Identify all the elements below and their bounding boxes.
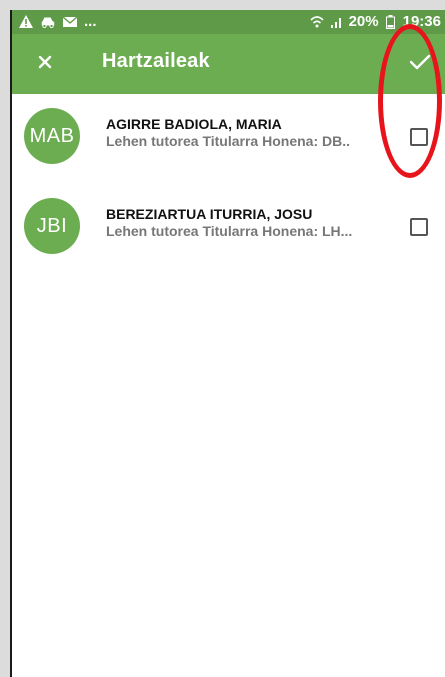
avatar: JBI (24, 198, 80, 254)
recipient-row[interactable]: JBI BEREZIARTUA ITURRIA, JOSU Lehen tuto… (12, 184, 445, 274)
check-icon (409, 53, 431, 76)
phone-screen: ... 20% 19:36 Hartzaileak MAB AGIRRE BAD… (10, 10, 445, 677)
mail-icon (62, 14, 78, 30)
signal-icon (329, 14, 345, 30)
status-left-group: ... (18, 13, 97, 30)
recipient-name: AGIRRE BADIOLA, MARIA (106, 116, 282, 132)
recipient-text: BEREZIARTUA ITURRIA, JOSU Lehen tutorea … (106, 206, 396, 239)
page-title: Hartzaileak (102, 50, 210, 72)
recipient-text: AGIRRE BADIOLA, MARIA Lehen tutorea Titu… (106, 116, 396, 149)
recipient-detail: Lehen tutorea Titularra Honena: DB.. (106, 133, 350, 149)
warning-icon (18, 14, 34, 30)
recipient-checkbox[interactable] (410, 218, 428, 236)
recipient-name: BEREZIARTUA ITURRIA, JOSU (106, 206, 313, 222)
battery-icon (383, 14, 399, 30)
app-toolbar: Hartzaileak (12, 34, 445, 94)
avatar: MAB (24, 108, 80, 164)
wifi-icon (309, 14, 325, 30)
recipient-detail: Lehen tutorea Titularra Honena: LH... (106, 223, 353, 239)
screenshot-frame: ... 20% 19:36 Hartzaileak MAB AGIRRE BAD… (0, 0, 445, 677)
confirm-button[interactable] (403, 47, 437, 81)
status-bar: ... 20% 19:36 (12, 10, 445, 34)
battery-percentage: 20% (348, 13, 379, 30)
status-right-group: 20% 19:36 (309, 13, 441, 30)
close-button[interactable] (30, 49, 60, 79)
recipient-list: MAB AGIRRE BADIOLA, MARIA Lehen tutorea … (12, 94, 445, 274)
status-ellipsis: ... (84, 13, 97, 30)
car-icon (40, 14, 56, 30)
status-time: 19:36 (402, 13, 441, 30)
recipient-checkbox[interactable] (410, 128, 428, 146)
recipient-row[interactable]: MAB AGIRRE BADIOLA, MARIA Lehen tutorea … (12, 94, 445, 184)
close-icon (38, 55, 52, 74)
